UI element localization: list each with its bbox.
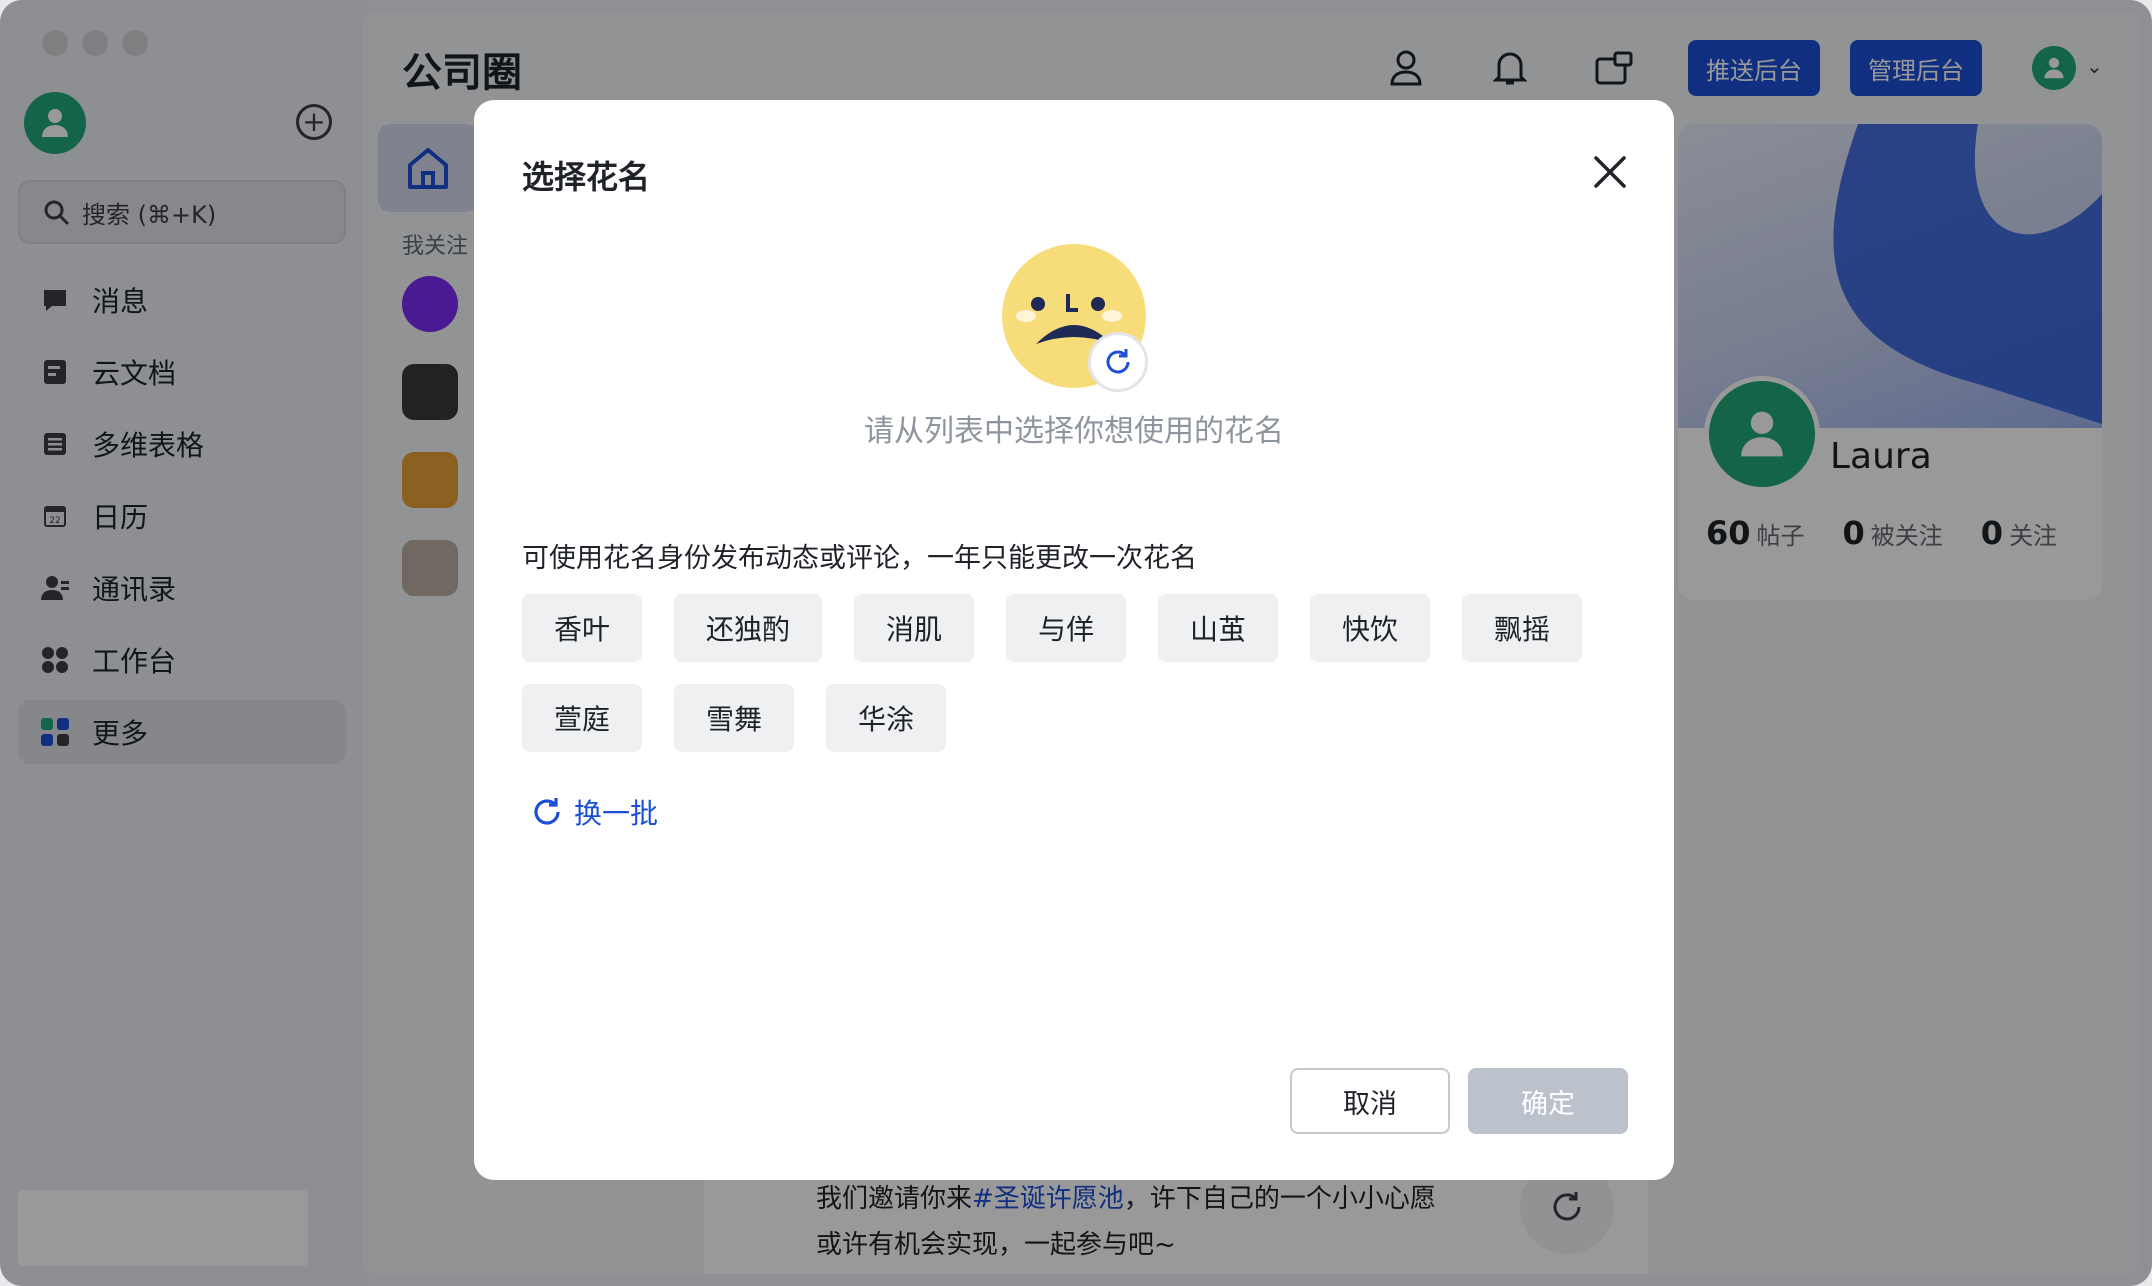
- close-icon[interactable]: [1588, 150, 1632, 194]
- nickname-option[interactable]: 快饮: [1310, 594, 1430, 662]
- nickname-option[interactable]: 飘摇: [1462, 594, 1582, 662]
- refresh-avatar-button[interactable]: [1088, 332, 1148, 392]
- nickname-option[interactable]: 与佯: [1006, 594, 1126, 662]
- nickname-option[interactable]: 萱庭: [522, 684, 642, 752]
- app-window: + 搜索 (⌘+K) 消息 云文档 多维表格 22 日历 通讯录 工作台 更多 …: [0, 0, 2152, 1286]
- nickname-option[interactable]: 还独酌: [674, 594, 822, 662]
- nickname-option[interactable]: 香叶: [522, 594, 642, 662]
- refresh-icon: [530, 795, 564, 829]
- confirm-button[interactable]: 确定: [1468, 1068, 1628, 1134]
- dialog-hint: 请从列表中选择你想使用的花名: [864, 414, 1284, 449]
- refresh-icon: [1106, 349, 1130, 374]
- nickname-option[interactable]: 华涂: [826, 684, 946, 752]
- nickname-option[interactable]: 雪舞: [674, 684, 794, 752]
- dialog-title: 选择花名: [522, 158, 651, 196]
- nickname-dialog: 选择花名 请从列表中选择你想使用的花名 可使用花名身份发布动态或评论，一年只能更…: [474, 100, 1674, 1180]
- nickname-option[interactable]: 消肌: [854, 594, 974, 662]
- cancel-button[interactable]: 取消: [1290, 1068, 1450, 1134]
- change-batch-label: 换一批: [574, 797, 659, 830]
- change-batch-button[interactable]: 换一批: [530, 792, 658, 832]
- dialog-description: 可使用花名身份发布动态或评论，一年只能更改一次花名: [522, 543, 1197, 574]
- nickname-option[interactable]: 山茧: [1158, 594, 1278, 662]
